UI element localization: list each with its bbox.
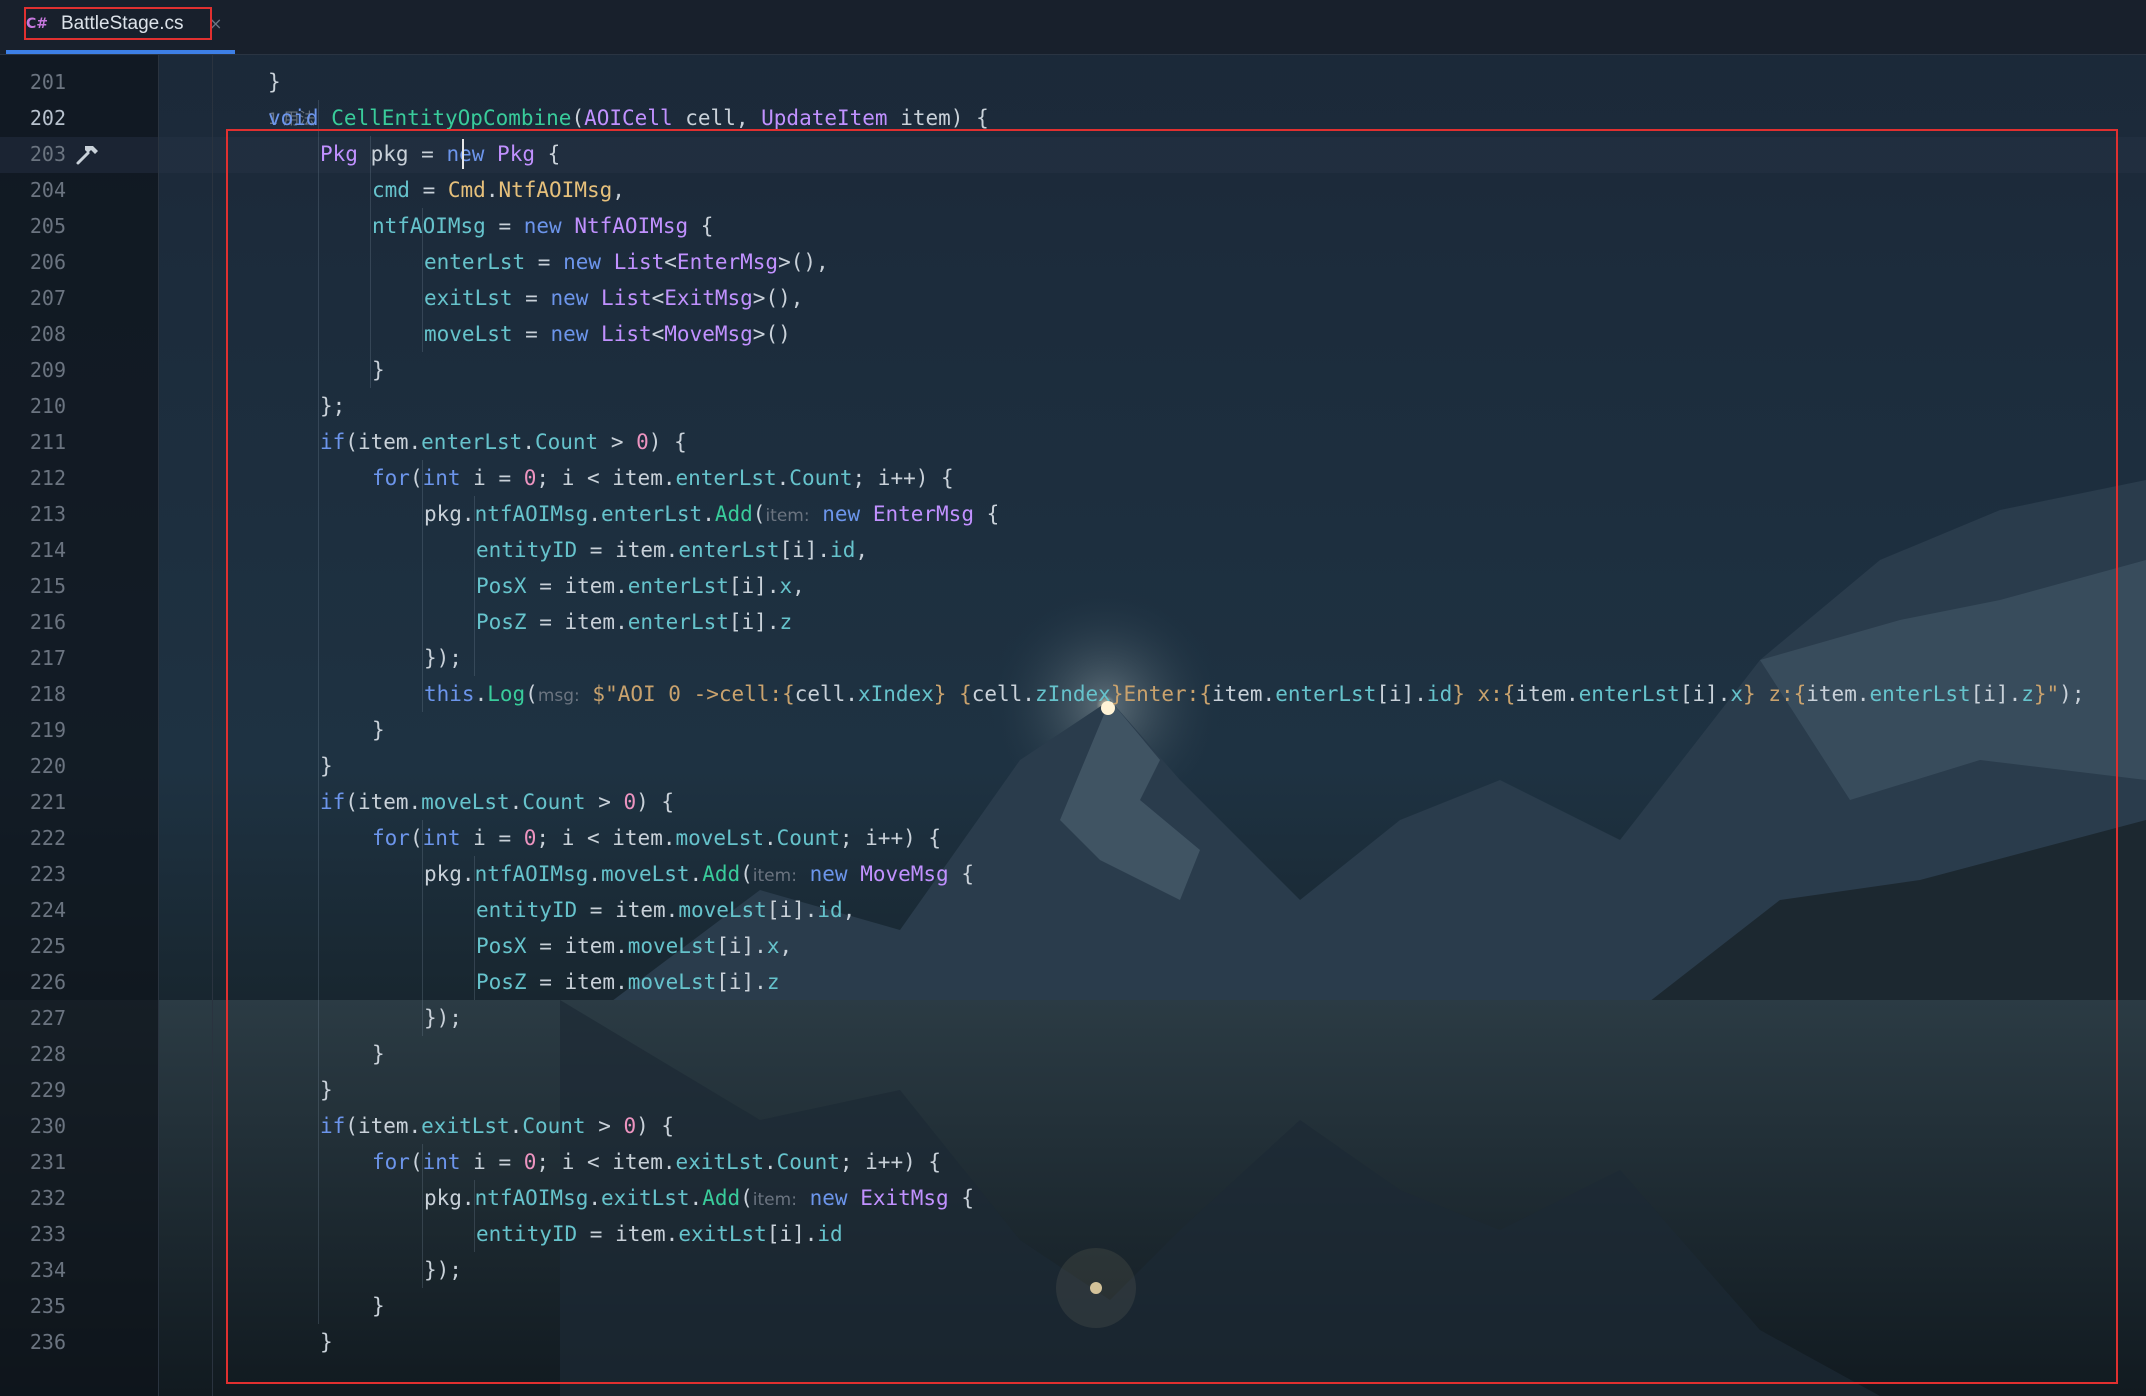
line-number: 235 — [29, 1294, 66, 1318]
tab-highlight-box — [24, 7, 212, 40]
line-number: 212 — [29, 466, 66, 490]
line-number: 229 — [29, 1078, 66, 1102]
line-number: 214 — [29, 538, 66, 562]
code-token: AOICell — [584, 106, 673, 130]
line-number: 227 — [29, 1006, 66, 1030]
line-number: 228 — [29, 1042, 66, 1066]
code-token: } — [268, 70, 281, 94]
line-number: 219 — [29, 718, 66, 742]
line-number: 208 — [29, 322, 66, 346]
line-number: 223 — [29, 862, 66, 886]
line-number: 231 — [29, 1150, 66, 1174]
line-number: 225 — [29, 934, 66, 958]
code-token: cell, — [672, 106, 762, 130]
fold-divider — [212, 55, 213, 1396]
code-token: void — [268, 106, 319, 130]
line-number: 220 — [29, 754, 66, 778]
line-number: 206 — [29, 250, 66, 274]
line-number: 213 — [29, 502, 66, 526]
active-tab-indicator — [6, 50, 235, 54]
line-number: 209 — [29, 358, 66, 382]
line-number: 217 — [29, 646, 66, 670]
line-number: 210 — [29, 394, 66, 418]
line-number: 204 — [29, 178, 66, 202]
line-number: 201 — [29, 70, 66, 94]
line-number: 226 — [29, 970, 66, 994]
line-number: 216 — [29, 610, 66, 634]
line-number: 218 — [29, 682, 66, 706]
hammer-icon[interactable] — [74, 141, 102, 169]
line-number: 215 — [29, 574, 66, 598]
line-number: 202 — [29, 106, 66, 130]
code-token: UpdateItem — [761, 106, 888, 130]
line-number: 233 — [29, 1222, 66, 1246]
line-number: 222 — [29, 826, 66, 850]
code-token: CellEntityOpCombine — [331, 106, 572, 130]
line-number: 211 — [29, 430, 66, 454]
line-number: 203 — [29, 142, 66, 166]
line-number: 205 — [29, 214, 66, 238]
line-number: 230 — [29, 1114, 66, 1138]
code-line[interactable]: } — [268, 64, 281, 100]
code-token: item) { — [887, 106, 989, 130]
ide-window: C# BattleStage.cs × 1 用法 } void CellEntit… — [0, 0, 2146, 1396]
line-number: 221 — [29, 790, 66, 814]
method-highlight-box — [226, 129, 2118, 1384]
line-number: 234 — [29, 1258, 66, 1282]
line-number: 224 — [29, 898, 66, 922]
gutter-divider — [158, 55, 159, 1396]
editor-tab-bar: C# BattleStage.cs × — [0, 0, 2146, 55]
line-number: 236 — [29, 1330, 66, 1354]
line-number: 232 — [29, 1186, 66, 1210]
code-token: ( — [571, 106, 585, 130]
line-number: 207 — [29, 286, 66, 310]
